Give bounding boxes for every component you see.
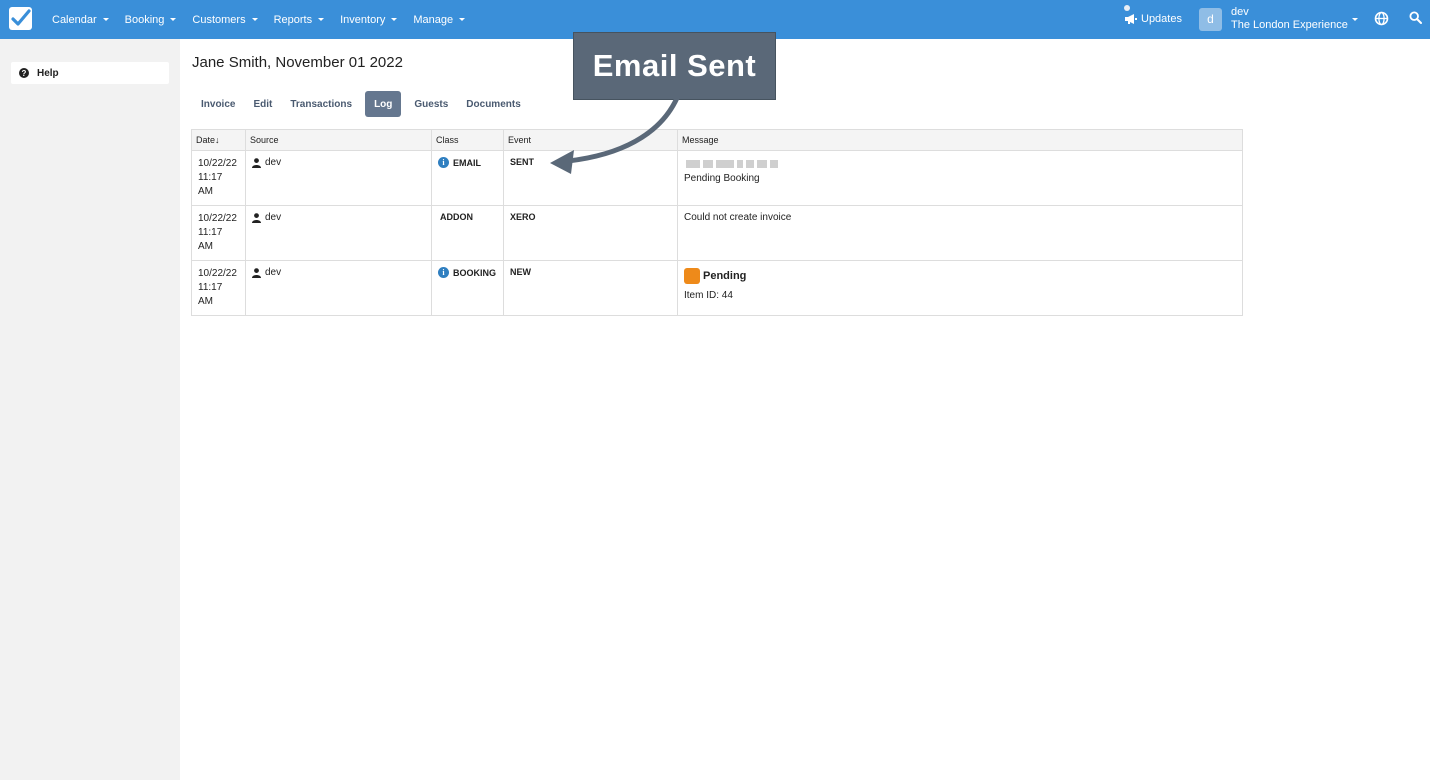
chevron-down-icon — [102, 18, 109, 21]
updates-button[interactable]: Updates — [1124, 5, 1182, 33]
event-cell: XERO — [503, 205, 678, 261]
info-icon: i — [438, 157, 449, 168]
nav-calendar[interactable]: Calendar — [44, 14, 117, 26]
row-event: NEW — [510, 267, 531, 277]
nav-manage[interactable]: Manage — [405, 14, 473, 26]
chevron-down-icon — [1352, 18, 1358, 21]
row-time: 11:17 AM — [198, 227, 223, 252]
row-date: 10/22/22 — [198, 158, 237, 169]
nav-manage-label: Manage — [413, 13, 454, 26]
source-cell: dev — [245, 260, 432, 316]
message-cell: Could not create invoice — [677, 205, 1243, 261]
user-icon — [252, 157, 261, 168]
row-message: Pending Booking — [684, 173, 760, 184]
avatar: d — [1199, 7, 1222, 31]
row-event: XERO — [510, 212, 536, 222]
row-date: 10/22/22 — [198, 213, 237, 224]
status-badge: Pending — [684, 268, 1236, 284]
callout-arrow-icon — [550, 95, 680, 174]
user-name: dev — [1231, 6, 1249, 18]
nav-calendar-label: Calendar — [52, 13, 97, 26]
nav-inventory-label: Inventory — [340, 13, 386, 26]
nav-booking-label: Booking — [124, 13, 165, 26]
date-cell: 10/22/22 11:17 AM — [191, 205, 246, 261]
date-cell: 10/22/22 11:17 AM — [191, 260, 246, 316]
user-menu[interactable]: d dev The London Experience — [1199, 6, 1358, 32]
tab-edit[interactable]: Edit — [244, 91, 281, 117]
tab-log[interactable]: Log — [365, 91, 402, 117]
source-cell: dev — [245, 205, 432, 261]
chevron-down-icon — [251, 18, 258, 21]
class-cell: ADDON — [431, 205, 504, 261]
row-class: EMAIL — [453, 157, 481, 168]
nav-customers[interactable]: Customers — [184, 14, 265, 26]
row-time: 11:17 AM — [198, 172, 223, 197]
tab-transactions[interactable]: Transactions — [281, 91, 361, 117]
chevron-down-icon — [391, 18, 398, 21]
date-cell: 10/22/22 11:17 AM — [191, 150, 246, 206]
globe-icon[interactable] — [1374, 11, 1389, 26]
page-title: Jane Smith, November 01 2022 — [192, 54, 403, 71]
class-cell: i EMAIL — [431, 150, 504, 206]
tab-documents[interactable]: Documents — [457, 91, 529, 117]
megaphone-icon — [1125, 14, 1137, 24]
row-message: Item ID: 44 — [684, 290, 733, 301]
row-source: dev — [265, 267, 282, 278]
callout-box: Email Sent — [573, 32, 776, 100]
log-table: Date↓ Source Class Event Message 10/22/2… — [191, 129, 1243, 316]
notification-dot — [1124, 5, 1130, 11]
user-icon — [252, 267, 261, 278]
nav-reports-label: Reports — [273, 13, 313, 26]
question-circle-icon: ? — [19, 68, 29, 78]
sidebar: ? Help — [0, 39, 180, 780]
chevron-down-icon — [318, 18, 325, 21]
header-date[interactable]: Date↓ — [191, 129, 246, 151]
redacted-text — [686, 160, 1236, 168]
table-row: 10/22/22 11:17 AM dev ADDON XERO Could n… — [191, 205, 1243, 261]
status-label: Pending — [703, 270, 747, 282]
main-menu: Calendar Booking Customers Reports Inven… — [44, 0, 473, 39]
header-message: Message — [677, 129, 1243, 151]
help-button[interactable]: ? Help — [11, 62, 169, 84]
row-message: Could not create invoice — [684, 212, 792, 223]
app-logo-icon[interactable] — [9, 7, 32, 30]
info-icon: i — [438, 267, 449, 278]
nav-customers-label: Customers — [192, 13, 246, 26]
header-class: Class — [431, 129, 504, 151]
nav-reports[interactable]: Reports — [266, 14, 333, 26]
row-class: BOOKING — [453, 267, 497, 278]
table-row: 10/22/22 11:17 AM dev i EMAIL SENT Pendi… — [191, 150, 1243, 206]
nav-booking[interactable]: Booking — [117, 14, 185, 26]
message-cell: Pending Booking — [677, 150, 1243, 206]
row-event: SENT — [510, 157, 535, 167]
row-date: 10/22/22 — [198, 268, 237, 279]
tab-guests[interactable]: Guests — [405, 91, 457, 117]
row-time: 11:17 AM — [198, 282, 223, 307]
booking-tabs: Invoice Edit Transactions Log Guests Doc… — [192, 91, 530, 117]
row-class: ADDON — [440, 212, 473, 222]
source-cell: dev — [245, 150, 432, 206]
row-source: dev — [265, 157, 282, 168]
status-color-swatch — [684, 268, 700, 284]
table-row: 10/22/22 11:17 AM dev i BOOKING NEW Pend… — [191, 260, 1243, 316]
header-source: Source — [245, 129, 432, 151]
user-icon — [252, 212, 261, 223]
help-label: Help — [37, 67, 59, 79]
updates-label: Updates — [1141, 13, 1182, 25]
event-cell: NEW — [503, 260, 678, 316]
row-source: dev — [265, 212, 282, 223]
class-cell: i BOOKING — [431, 260, 504, 316]
chevron-down-icon — [459, 18, 466, 21]
chevron-down-icon — [170, 18, 177, 21]
message-cell: Pending Item ID: 44 — [677, 260, 1243, 316]
search-icon[interactable] — [1409, 11, 1422, 24]
user-org: The London Experience — [1231, 19, 1348, 31]
nav-inventory[interactable]: Inventory — [332, 14, 405, 26]
tab-invoice[interactable]: Invoice — [192, 91, 244, 117]
